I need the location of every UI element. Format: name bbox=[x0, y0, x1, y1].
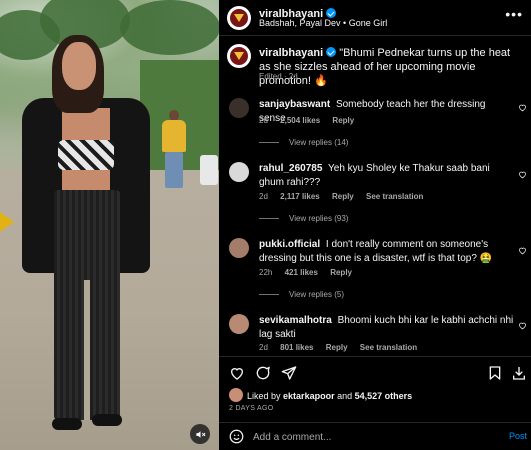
add-comment-bar: Post bbox=[219, 422, 531, 450]
mute-icon bbox=[195, 430, 205, 438]
verified-icon bbox=[326, 8, 337, 18]
comment-username[interactable]: sevikamalhotra bbox=[259, 315, 332, 326]
comment-likes[interactable]: 2,117 likes bbox=[280, 192, 320, 201]
heart-icon[interactable] bbox=[518, 321, 527, 330]
media-subject bbox=[22, 30, 152, 450]
reply-button[interactable]: Reply bbox=[332, 192, 354, 201]
liked-by-others[interactable]: 54,527 others bbox=[355, 391, 413, 401]
caption-username[interactable]: viralbhayani bbox=[259, 47, 323, 59]
comment-time: 2d bbox=[259, 343, 268, 352]
comment-likes[interactable]: 801 likes bbox=[280, 343, 313, 352]
heart-icon[interactable] bbox=[518, 170, 527, 179]
comment-text: rahul_260785 Yeh kyu Sholey ke Thakur sa… bbox=[259, 162, 514, 190]
comment-input[interactable] bbox=[253, 429, 483, 445]
comment-icon[interactable] bbox=[255, 365, 271, 381]
liker-avatar bbox=[229, 388, 243, 402]
see-translation-button[interactable]: See translation bbox=[366, 192, 423, 201]
replies-divider bbox=[259, 294, 279, 296]
commenter-avatar[interactable] bbox=[229, 162, 249, 182]
mute-button[interactable] bbox=[190, 424, 210, 444]
caption-avatar-logo bbox=[230, 47, 248, 65]
comment-text: sevikamalhotra Bhoomi kuch bhi kar le ka… bbox=[259, 314, 514, 342]
reply-button[interactable]: Reply bbox=[332, 116, 354, 125]
reply-button[interactable]: Reply bbox=[330, 268, 352, 277]
media-chair bbox=[200, 155, 218, 185]
post-actions bbox=[219, 356, 531, 386]
view-replies-label: View replies (5) bbox=[289, 290, 344, 299]
liked-by-joiner: and bbox=[337, 391, 353, 401]
caption-meta: Edited · 2d bbox=[259, 72, 298, 81]
media-background-person bbox=[162, 110, 186, 190]
comment-time: 2d bbox=[259, 116, 268, 125]
audio-info[interactable]: Badshah, Payal Dev • Gone Girl bbox=[259, 18, 387, 28]
comment-text: pukki.official I don't really comment on… bbox=[259, 238, 514, 266]
bookmark-icon[interactable] bbox=[487, 365, 503, 381]
comment-likes[interactable]: 2,504 likes bbox=[280, 116, 320, 125]
reply-button[interactable]: Reply bbox=[326, 343, 348, 352]
view-replies-button[interactable]: View replies (93) bbox=[259, 214, 348, 223]
commenter-avatar[interactable] bbox=[229, 314, 249, 334]
view-replies-button[interactable]: View replies (5) bbox=[259, 290, 344, 299]
comment-time: 22h bbox=[259, 268, 273, 277]
comment-username[interactable]: pukki.official bbox=[259, 239, 320, 250]
replies-divider bbox=[259, 142, 279, 144]
author-avatar-logo bbox=[230, 9, 248, 27]
post-button[interactable]: Post bbox=[509, 431, 527, 441]
view-replies-button[interactable]: View replies (14) bbox=[259, 138, 348, 147]
heart-icon[interactable] bbox=[518, 246, 527, 255]
liked-by[interactable]: Liked by ektarkapoor and 54,527 others bbox=[229, 388, 412, 402]
more-icon[interactable]: ••• bbox=[505, 6, 523, 22]
commenter-avatar[interactable] bbox=[229, 98, 249, 118]
view-replies-label: View replies (93) bbox=[289, 214, 349, 223]
comment-meta: 2d 801 likes Reply See translation bbox=[259, 343, 427, 352]
comment-time: 2d bbox=[259, 192, 268, 201]
comment-meta: 2d 2,117 likes Reply See translation bbox=[259, 192, 433, 201]
post-side-panel: viralbhayani Badshah, Payal Dev • Gone G… bbox=[219, 0, 531, 450]
caption-avatar[interactable] bbox=[227, 44, 251, 68]
comment-username[interactable]: rahul_260785 bbox=[259, 163, 322, 174]
emoji-icon[interactable] bbox=[229, 429, 244, 444]
liked-by-prefix: Liked by bbox=[247, 391, 281, 401]
author-avatar[interactable] bbox=[227, 6, 251, 30]
caption-text: viralbhayani "Bhumi Pednekar turns up th… bbox=[259, 46, 521, 88]
comment-username[interactable]: sanjaybaswant bbox=[259, 99, 330, 110]
post-header: viralbhayani Badshah, Payal Dev • Gone G… bbox=[219, 0, 531, 36]
replies-divider bbox=[259, 218, 279, 220]
post-media[interactable] bbox=[0, 0, 219, 450]
verified-icon bbox=[326, 47, 337, 57]
commenter-avatar[interactable] bbox=[229, 238, 249, 258]
comment-meta: 2d 2,504 likes Reply bbox=[259, 116, 364, 125]
send-icon[interactable] bbox=[511, 365, 527, 381]
liked-by-user[interactable]: ektarkapoor bbox=[283, 391, 335, 401]
heart-icon[interactable] bbox=[229, 365, 245, 381]
see-translation-button[interactable]: See translation bbox=[360, 343, 417, 352]
heart-icon[interactable] bbox=[518, 103, 527, 112]
comment-meta: 22h 421 likes Reply bbox=[259, 268, 362, 277]
post-date[interactable]: 2 DAYS AGO bbox=[229, 405, 274, 412]
view-replies-label: View replies (14) bbox=[289, 138, 349, 147]
comment-likes[interactable]: 421 likes bbox=[285, 268, 318, 277]
share-icon[interactable] bbox=[281, 365, 297, 381]
